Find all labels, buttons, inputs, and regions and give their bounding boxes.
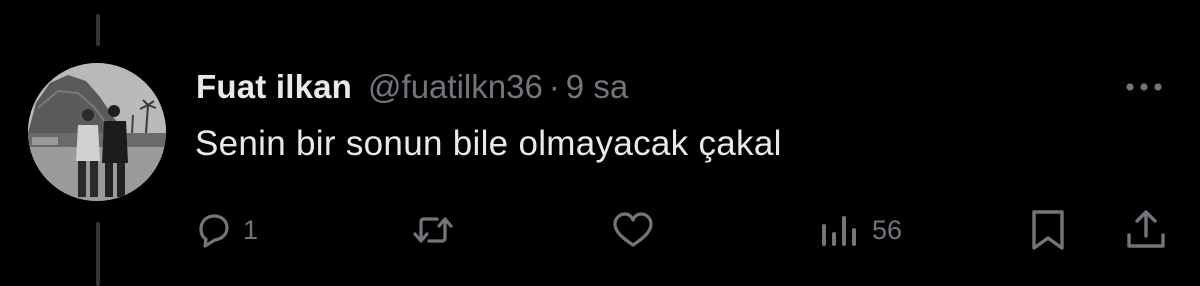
thread-line-top (96, 14, 100, 46)
retweet-icon (413, 217, 453, 243)
retweet-button[interactable] (411, 205, 465, 255)
bookmark-icon (1032, 210, 1064, 250)
reply-count: 1 (243, 214, 259, 245)
author-display-name[interactable]: Fuat ilkan (196, 68, 352, 106)
share-button[interactable] (1124, 205, 1168, 255)
avatar-photo (28, 63, 166, 201)
like-button[interactable] (611, 205, 665, 255)
more-options-button[interactable] (1122, 70, 1166, 104)
bookmark-button[interactable] (1028, 205, 1068, 255)
views-button[interactable]: 56 (818, 205, 902, 255)
author-handle[interactable]: @fuatilkn36 (368, 68, 543, 106)
share-icon (1127, 210, 1165, 248)
analytics-icon (822, 216, 856, 246)
tweet-timestamp[interactable]: 9 sa (566, 68, 628, 106)
tweet-text: Senin bir sonun bile olmayacak çakal (195, 124, 782, 163)
avatar[interactable] (28, 63, 166, 201)
reply-button[interactable]: 1 (193, 205, 258, 255)
more-dots-icon (1126, 83, 1162, 91)
thread-line-bottom (96, 222, 100, 286)
views-count: 56 (872, 214, 903, 245)
meta-separator: · (548, 68, 560, 105)
heart-icon (613, 212, 653, 247)
reply-icon (199, 214, 229, 248)
tweet-header: Fuat ilkan @fuatilkn36 · 9 sa (196, 64, 628, 110)
